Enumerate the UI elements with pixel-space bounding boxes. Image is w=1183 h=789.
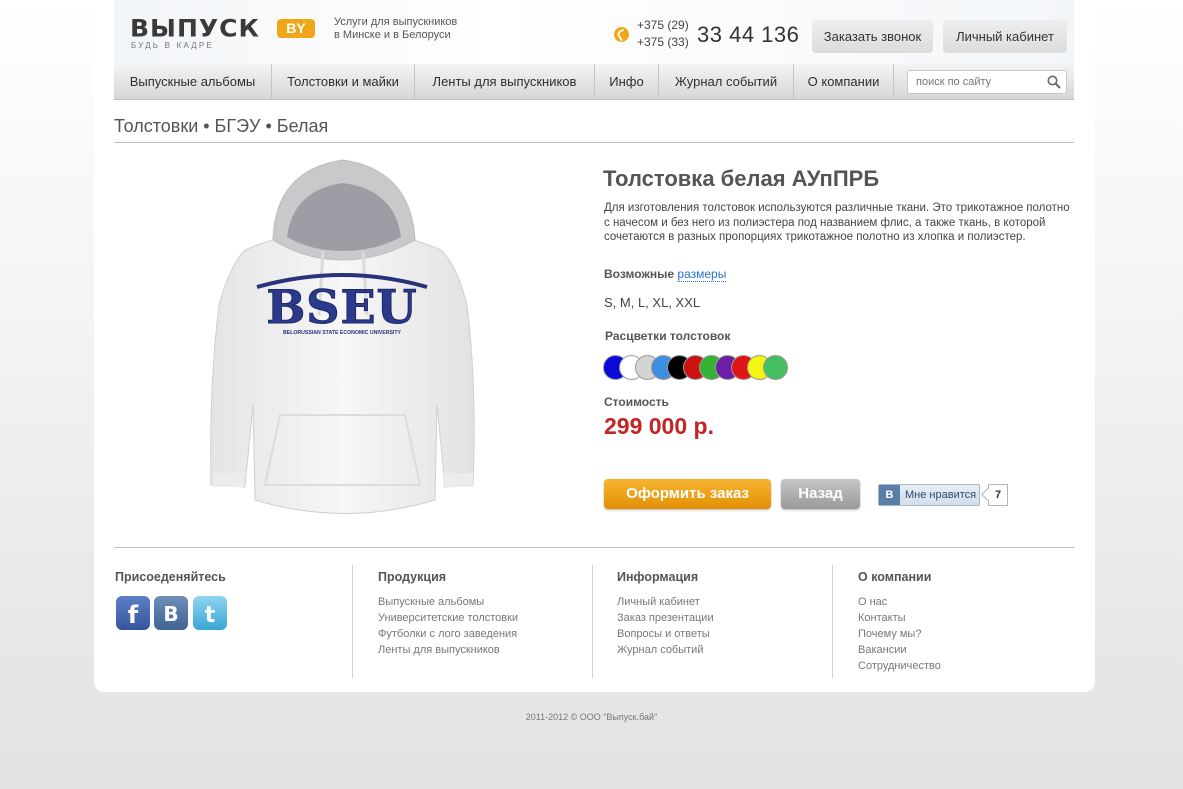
footer-separator — [592, 565, 593, 678]
footer-join: Присоеденяйтесь — [115, 570, 226, 594]
search-input[interactable] — [908, 71, 1038, 93]
footer-separator — [832, 565, 833, 678]
svg-text:f: f — [128, 601, 139, 629]
nav-item-company[interactable]: О компании — [794, 64, 894, 100]
breadcrumb: Толстовки • БГЭУ • Белая — [114, 116, 329, 136]
sizes-list: S, M, L, XL, XXL — [604, 295, 701, 310]
colors-heading: Расцветки толстовок — [605, 329, 731, 343]
print-caption: BELORUSSIAN STATE ECONOMIC UNIVERSITY — [283, 330, 402, 336]
footer-link[interactable]: Вопросы и ответы — [617, 626, 714, 642]
callback-button[interactable]: Заказать звонок — [812, 20, 933, 53]
logo-wordmark: ВЫПУСК — [130, 14, 260, 43]
company-heading: О компании — [858, 570, 932, 584]
footer-link[interactable]: Личный кабинет — [617, 594, 714, 610]
logo-badge: BY — [277, 19, 315, 38]
site-logo[interactable]: ВЫПУСК BY БУДЬ В КАДРЕ — [130, 14, 315, 50]
product-description: Для изготовления толстовок используются … — [604, 202, 1070, 243]
breadcrumb-divider — [114, 142, 1074, 143]
main-nav: Выпускные альбомы Толстовки и майки Лент… — [114, 64, 1074, 100]
phone-prefixes: +375 (29) +375 (33) — [637, 18, 689, 49]
svg-text:t: t — [205, 603, 216, 628]
price-label: Стоимость — [604, 395, 669, 409]
sizes-link[interactable]: размеры — [677, 267, 727, 282]
nav-item-hoodies[interactable]: Толстовки и майки — [272, 64, 415, 100]
footer-link[interactable]: Вакансии — [858, 642, 941, 658]
search-box — [907, 70, 1067, 94]
footer-link[interactable]: Выпускные альбомы — [378, 594, 518, 610]
nav-item-events[interactable]: Журнал событий — [659, 64, 794, 100]
print-est: • EST 1933 • — [328, 273, 357, 279]
nav-item-albums[interactable]: Выпускные альбомы — [114, 64, 272, 100]
footer-separator — [352, 565, 353, 678]
back-button[interactable]: Назад — [781, 479, 860, 509]
footer-link[interactable]: Контакты — [858, 610, 941, 626]
footer-link[interactable]: Почему мы? — [858, 626, 941, 642]
like-label: Мне нравится — [905, 489, 977, 501]
join-heading: Присоеденяйтесь — [115, 570, 226, 584]
color-swatches — [603, 355, 793, 381]
footer-company: О компании О нас Контакты Почему мы? Вак… — [858, 570, 941, 674]
search-icon[interactable] — [1047, 75, 1061, 89]
vk-icon: В — [879, 485, 900, 505]
nav-item-info[interactable]: Инфо — [595, 64, 659, 100]
footer-link[interactable]: Футболки с лого заведения — [378, 626, 518, 642]
vkontakte-icon[interactable]: В — [154, 596, 188, 630]
color-swatch[interactable] — [763, 355, 788, 380]
footer-divider — [114, 547, 1074, 548]
footer-link[interactable]: Сотрудничество — [858, 658, 941, 674]
footer-info: Информация Личный кабинет Заказ презента… — [617, 570, 714, 658]
facebook-icon[interactable]: f — [116, 596, 150, 630]
footer-link[interactable]: Журнал событий — [617, 642, 714, 658]
footer-link[interactable]: О нас — [858, 594, 941, 610]
nav-item-ribbons[interactable]: Ленты для выпускников — [415, 64, 595, 100]
footer-products: Продукция Выпускные альбомы Университетс… — [378, 570, 518, 658]
price-value: 299 000 р. — [604, 413, 714, 439]
services-tagline: Услуги для выпускников в Минске и в Бело… — [334, 16, 458, 41]
svg-text:В: В — [163, 602, 178, 626]
twitter-icon[interactable]: t — [193, 596, 227, 630]
order-button[interactable]: Оформить заказ — [604, 479, 771, 509]
product-image: • EST 1933 • BSEU BELORUSSIAN STATE ECON… — [210, 159, 475, 514]
copyright: 2011-2012 © ООО "Выпуск.бай" — [525, 712, 658, 722]
phone-number: 33 44 136 — [697, 22, 800, 47]
phone-icon — [614, 27, 629, 42]
product-title: Толстовка белая АУпПРБ — [603, 166, 880, 191]
info-heading: Информация — [617, 570, 699, 584]
footer-link[interactable]: Ленты для выпускников — [378, 642, 518, 658]
logo-tagline: БУДЬ В КАДРЕ — [131, 41, 214, 50]
sizes-heading: Возможные размеры — [604, 267, 727, 282]
vk-like-button[interactable]: В Мне нравится — [878, 484, 980, 506]
cabinet-button[interactable]: Личный кабинет — [943, 20, 1067, 53]
like-count: 7 — [988, 484, 1008, 506]
print-logo: BSEU — [266, 280, 417, 334]
products-heading: Продукция — [378, 570, 447, 584]
footer-link[interactable]: Университетские толстовки — [378, 610, 518, 626]
footer-link[interactable]: Заказ презентации — [617, 610, 714, 626]
